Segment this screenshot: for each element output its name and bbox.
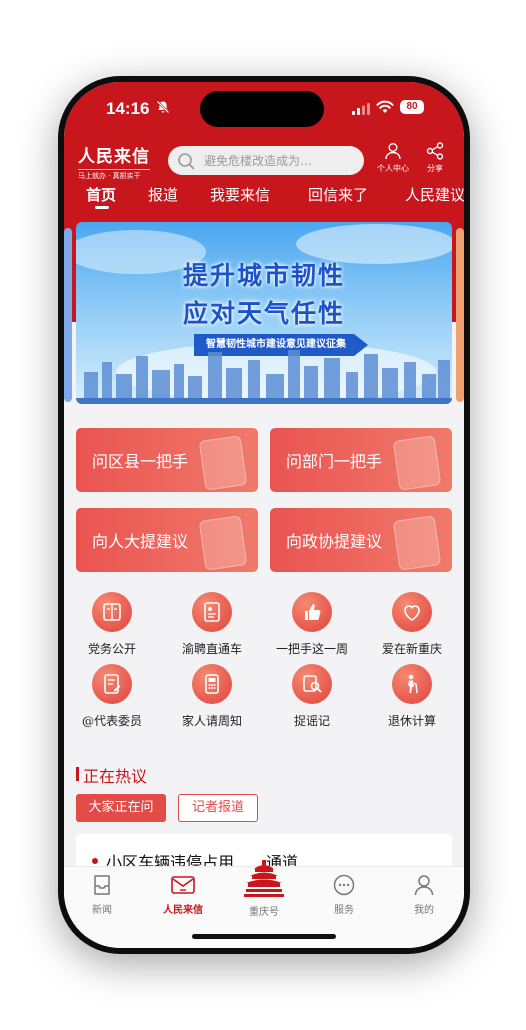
app-screen: 14:16 80 人民来信 马上就办 · 真抓实干 避免危楼改造成为… 个人中心… <box>64 82 464 948</box>
bell-muted-icon <box>156 100 170 114</box>
quick-item-rumor-check[interactable]: 捉谣记 <box>264 664 360 729</box>
user-center-label: 个人中心 <box>377 164 409 173</box>
nav-label: 人民来信 <box>163 905 203 916</box>
card-suggest-to-npc[interactable]: 向人大提建议 <box>76 508 258 572</box>
location-icon <box>392 435 442 491</box>
card-ask-district-head[interactable]: 问区县一把手 <box>76 428 258 492</box>
card-label: 向人大提建议 <box>92 532 189 551</box>
card-label: 向政协提建议 <box>286 532 383 551</box>
chat-icon <box>333 874 355 896</box>
nav-peoples-letters[interactable]: 人民来信 <box>153 873 213 916</box>
heart-logo-icon <box>392 592 432 632</box>
card-label: 问部门一把手 <box>286 452 383 471</box>
search-icon <box>178 153 195 170</box>
status-bar: 14:16 80 <box>64 82 464 136</box>
quick-item-label: 爱在新重庆 <box>381 642 442 656</box>
quick-item-label: 捉谣记 <box>293 714 330 728</box>
banner-prev-peek[interactable] <box>64 228 72 402</box>
quick-item-love-new-chongqing[interactable]: 爱在新重庆 <box>364 592 460 657</box>
city-skyline-illustration <box>76 350 452 404</box>
active-tab-indicator <box>95 206 109 209</box>
quick-item-label: @代表委员 <box>81 714 142 728</box>
share-label: 分享 <box>427 164 443 173</box>
nav-mine[interactable]: 我的 <box>394 873 454 916</box>
status-time: 14:16 <box>106 99 150 118</box>
tab-write-letter[interactable]: 我要来信 <box>210 184 270 205</box>
tab-home[interactable]: 首页 <box>86 184 116 205</box>
document-edit-icon <box>92 664 132 704</box>
magnifier-icon <box>292 664 332 704</box>
quick-item-leader-week[interactable]: 一把手这一周 <box>264 592 360 657</box>
cellular-signal-icon <box>352 103 370 115</box>
wifi-icon <box>376 100 394 113</box>
quick-item-label: 一把手这一周 <box>275 642 348 656</box>
book-icon <box>92 592 132 632</box>
news-icon <box>94 875 110 895</box>
emblem-icon <box>198 515 248 571</box>
share-icon <box>426 142 444 160</box>
brand-title: 人民来信 <box>78 147 150 167</box>
elder-icon <box>392 664 432 704</box>
banner-next-peek[interactable] <box>456 228 464 402</box>
share-button[interactable]: 分享 <box>418 142 452 174</box>
nav-label: 服务 <box>334 905 354 916</box>
section-marker <box>76 767 79 781</box>
home-indicator <box>192 934 336 939</box>
profile-icon <box>414 875 434 896</box>
promo-banner[interactable]: 提升城市韧性 应对天气任性 智慧韧性城市建设意见建议征集 <box>76 222 452 404</box>
channel-tabs: 首页 报道 我要来信 回信来了 人民建议 <box>64 182 464 214</box>
app-brand: 人民来信 马上就办 · 真抓实干 <box>78 142 150 181</box>
battery-indicator: 80 <box>400 100 424 114</box>
stack-icon <box>198 435 248 491</box>
nav-chongqing-hao[interactable]: 重庆号 <box>234 860 294 918</box>
tab-reports[interactable]: 报道 <box>148 184 178 205</box>
filter-reporter-reports[interactable]: 记者报道 <box>178 794 258 822</box>
thumb-up-icon <box>292 592 332 632</box>
nav-services[interactable]: 服务 <box>314 873 374 916</box>
search-placeholder: 避免危楼改造成为… <box>204 154 313 168</box>
quick-item-label: 党务公开 <box>87 642 136 656</box>
resume-icon <box>192 592 232 632</box>
user-center-button[interactable]: 个人中心 <box>376 142 410 174</box>
phone-icon <box>192 664 232 704</box>
section-title-hot: 正在热议 <box>83 767 148 786</box>
quick-item-recruitment[interactable]: 渝聘直通车 <box>164 592 260 657</box>
quick-item-label: 家人请周知 <box>181 714 242 728</box>
nav-label: 新闻 <box>92 905 112 916</box>
emblem-icon <box>392 515 442 571</box>
search-bar[interactable]: 避免危楼改造成为… <box>168 146 364 175</box>
tab-peoples-suggestions[interactable]: 人民建议 <box>405 184 464 205</box>
person-icon <box>385 143 401 160</box>
quick-item-party-affairs[interactable]: 党务公开 <box>64 592 160 657</box>
nav-news[interactable]: 新闻 <box>72 873 132 916</box>
card-label: 问区县一把手 <box>92 452 189 471</box>
banner-headline-2: 应对天气任性 <box>182 299 345 328</box>
tab-replies[interactable]: 回信来了 <box>308 184 368 205</box>
bullet-dot <box>92 858 98 864</box>
mail-icon <box>171 876 195 894</box>
quick-item-label: 退休计算 <box>387 714 436 728</box>
nav-label: 我的 <box>414 905 434 916</box>
quick-item-representatives[interactable]: @代表委员 <box>64 664 160 729</box>
brand-slogan: 马上就办 · 真抓实干 <box>78 169 150 181</box>
quick-item-label: 渝聘直通车 <box>181 642 242 656</box>
quick-item-family-notice[interactable]: 家人请周知 <box>164 664 260 729</box>
card-suggest-to-cppcc[interactable]: 向政协提建议 <box>270 508 452 572</box>
card-ask-department-head[interactable]: 问部门一把手 <box>270 428 452 492</box>
banner-headline-1: 提升城市韧性 <box>182 261 345 290</box>
quick-item-retirement-calc[interactable]: 退休计算 <box>364 664 460 729</box>
great-hall-icon <box>244 860 284 897</box>
filter-everyone-asking[interactable]: 大家正在问 <box>76 794 166 822</box>
nav-label: 重庆号 <box>249 907 279 918</box>
dynamic-island <box>200 91 324 127</box>
